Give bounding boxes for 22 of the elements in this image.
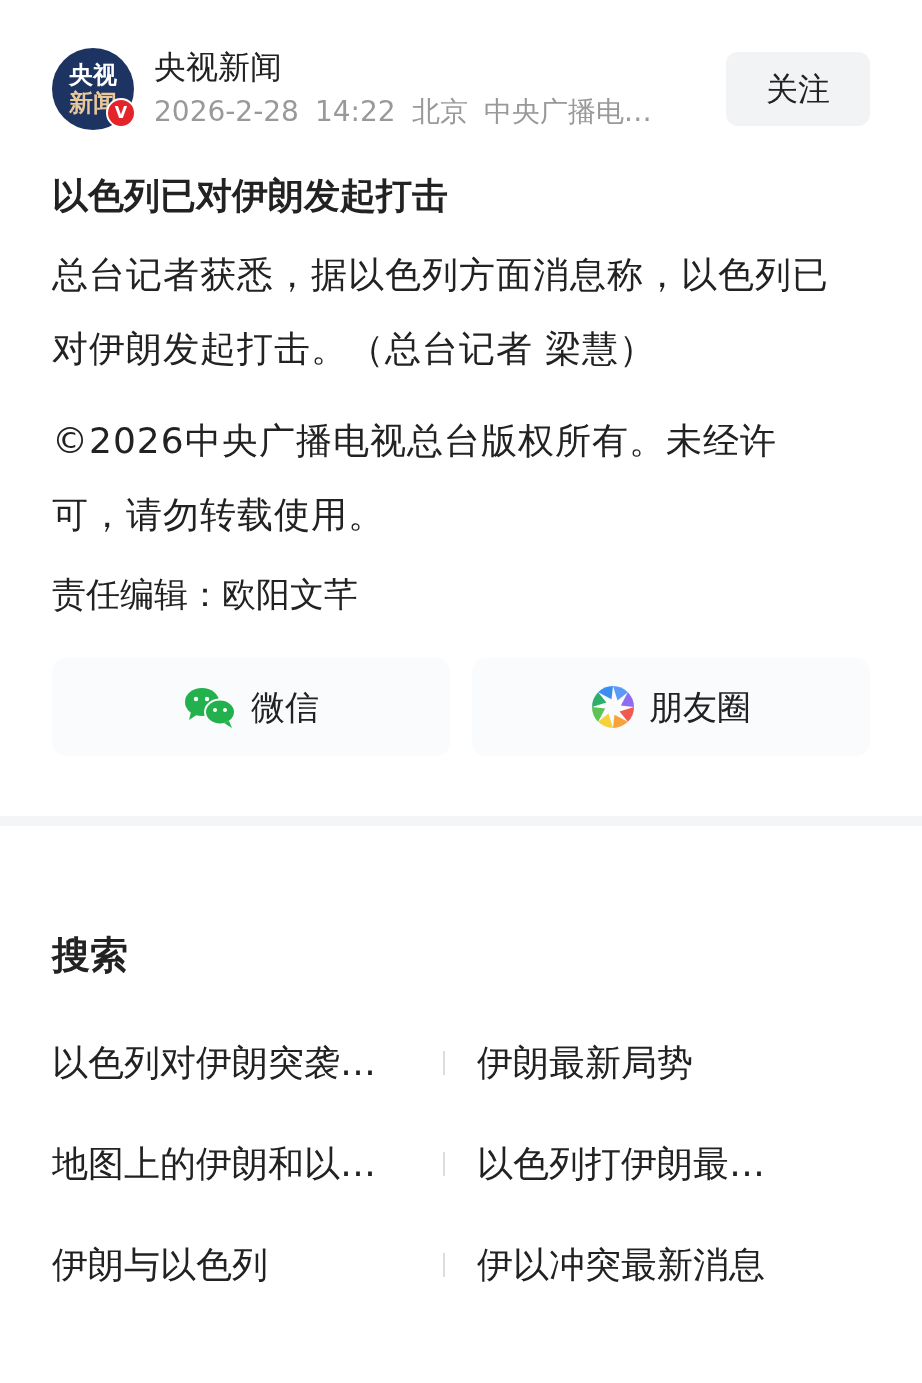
search-suggestion[interactable]: 伊以冲突最新消息 — [477, 1240, 765, 1289]
search-suggestion[interactable]: 以色列打伊朗最… — [477, 1139, 765, 1188]
share-button[interactable]: 朋友圈 — [472, 658, 870, 756]
follow-button[interactable]: 关注 — [726, 52, 870, 126]
article-title: 以色列已对伊朗发起打击 — [52, 174, 449, 218]
post-date: 2026-2-28 — [154, 94, 299, 130]
search-suggestion[interactable]: 以色列对伊朗突袭… — [52, 1038, 376, 1087]
article-paragraph: ©2026中央广播电视总台版权所有。未经许可，请勿转载使用。 — [52, 419, 778, 537]
logo-text: 央视 — [69, 61, 117, 89]
search-suggestion[interactable]: 地图上的伊朗和以… — [52, 1139, 376, 1188]
search-suggestion[interactable]: 伊朗与以色列 — [52, 1240, 268, 1289]
author-name[interactable]: 央视新闻 — [154, 46, 716, 88]
chat-bubbles-icon — [183, 685, 237, 729]
section-title: 搜索 — [52, 932, 129, 979]
search-suggestion[interactable]: 伊朗最新局势 — [477, 1038, 693, 1087]
editor-credit: 责任编辑：欧阳文芊 — [52, 573, 359, 616]
share-button[interactable]: 微信 — [52, 658, 450, 756]
post-time: 14:22 — [314, 94, 396, 130]
post-location: 北京 — [411, 94, 468, 130]
post-source: 中央广播电… — [483, 94, 652, 130]
aperture-icon — [591, 685, 635, 729]
article-paragraph: 总台记者获悉，据以色列方面消息称，以色列已对伊朗发起打击。（总台记者 梁慧） — [52, 253, 830, 371]
